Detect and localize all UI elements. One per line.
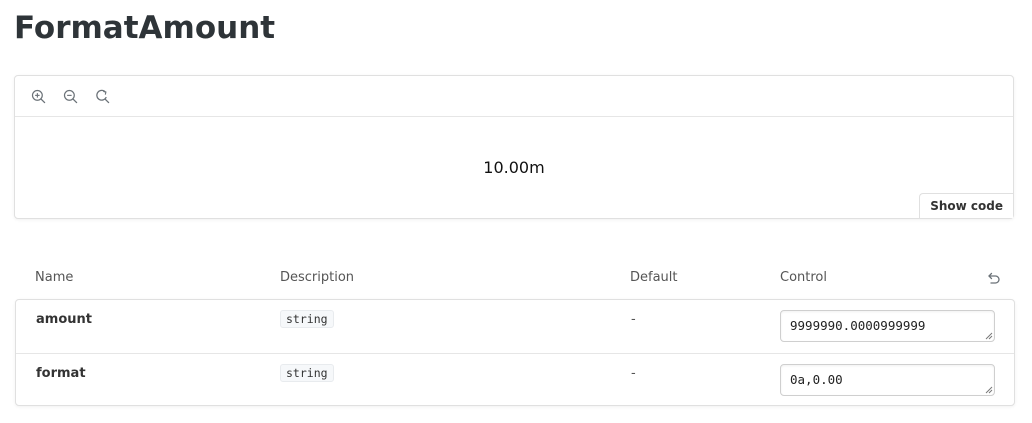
args-table-header: Name Description Default Control [15,270,1015,288]
zoom-in-button[interactable] [29,87,47,105]
header-default: Default [630,270,678,285]
header-control: Control [780,270,827,285]
arg-type-badge: string [280,364,334,382]
arg-type-badge: string [280,310,334,328]
table-row: amount string - 9999990.0000999999 [16,300,1014,353]
format-input[interactable]: 0a,0.00 [780,364,995,396]
story-preview: 10.00m Show code [14,75,1014,219]
control-wrapper: 0a,0.00 [780,364,995,396]
undo-icon[interactable] [985,270,1001,286]
zoom-in-icon [31,89,45,103]
show-code-button[interactable]: Show code [919,193,1013,218]
page-title: FormatAmount [14,10,276,46]
zoom-out-icon [63,89,77,103]
table-row: format string - 0a,0.00 [16,353,1014,406]
args-table: amount string - 9999990.0000999999 forma… [15,299,1015,406]
reset-zoom-icon [95,89,109,103]
zoom-out-button[interactable] [61,87,79,105]
header-name: Name [35,270,74,285]
reset-zoom-button[interactable] [93,87,111,105]
arg-name: format [36,366,86,381]
preview-toolbar [15,76,1013,117]
control-wrapper: 9999990.0000999999 [780,310,995,342]
formatted-amount: 10.00m [483,158,545,177]
arg-default: - [631,312,636,327]
amount-input[interactable]: 9999990.0000999999 [780,310,995,342]
header-description: Description [280,270,355,285]
arg-default: - [631,366,636,381]
preview-canvas: 10.00m Show code [15,117,1013,218]
arg-name: amount [36,312,92,327]
page: FormatAmount 10.00m Show code Name Descr… [0,0,1032,423]
